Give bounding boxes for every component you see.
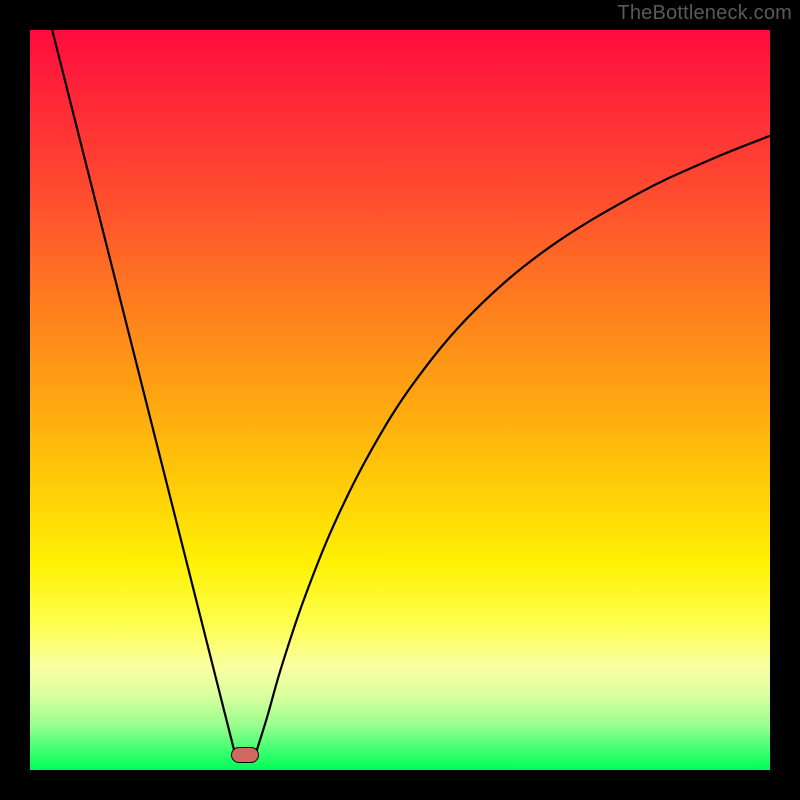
min-marker <box>231 747 259 763</box>
curve-svg <box>30 30 770 770</box>
watermark-text: TheBottleneck.com <box>617 2 792 25</box>
curve-right-branch <box>256 136 770 754</box>
chart-frame: TheBottleneck.com <box>0 0 800 800</box>
curve-left-branch <box>52 30 235 754</box>
plot-area <box>30 30 770 770</box>
